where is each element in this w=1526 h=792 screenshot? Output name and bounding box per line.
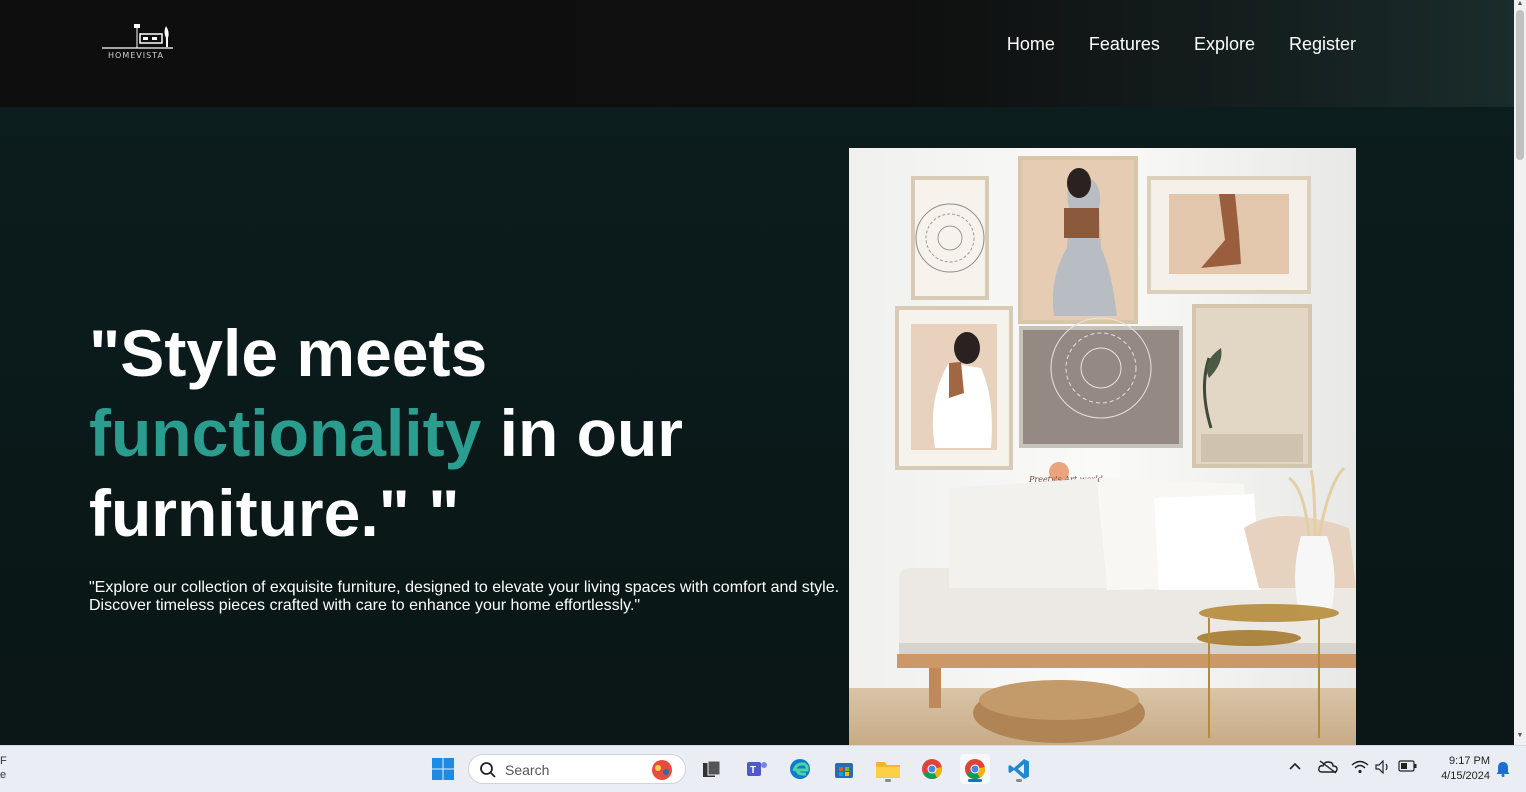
main-nav: Home Features Explore Register: [1007, 33, 1356, 55]
weather-temp: F: [0, 755, 7, 767]
taskbar-search[interactable]: Search: [468, 754, 686, 784]
running-indicator: [885, 779, 891, 782]
browser-viewport: HOMEVISTA Home Features Explore Register…: [0, 0, 1514, 745]
search-placeholder: Search: [505, 762, 550, 778]
nav-register[interactable]: Register: [1289, 33, 1356, 55]
teams-icon[interactable]: T: [742, 754, 772, 784]
svg-text:T: T: [750, 765, 756, 776]
search-icon: [480, 762, 496, 778]
scroll-up-icon[interactable]: ▲: [1516, 0, 1524, 8]
scroll-down-icon[interactable]: ▼: [1516, 732, 1524, 740]
weather-widget[interactable]: F e: [0, 754, 7, 782]
headline-part1: "Style meets: [89, 316, 488, 390]
task-view-icon[interactable]: [696, 754, 726, 784]
search-highlight-icon: [652, 760, 672, 780]
headline-accent: functionality: [89, 396, 482, 470]
system-clock[interactable]: 9:17 PM 4/15/2024: [1430, 754, 1490, 784]
chevron-up-icon[interactable]: [1288, 760, 1302, 775]
vscode-icon[interactable]: [1004, 754, 1034, 784]
hero-room-image: Preety's Art world: [849, 148, 1356, 745]
logo-text: HOMEVISTA: [108, 51, 164, 60]
hero-headline: "Style meets functionality in our furnitu…: [89, 313, 829, 553]
store-icon[interactable]: [829, 754, 859, 784]
wifi-icon[interactable]: [1351, 760, 1369, 777]
subtext-line2: Discover timeless pieces crafted with ca…: [89, 597, 641, 614]
volume-icon[interactable]: [1375, 759, 1391, 777]
edge-icon[interactable]: [785, 754, 815, 784]
notification-bell-icon[interactable]: [1495, 761, 1511, 780]
chrome-icon[interactable]: [917, 754, 947, 784]
folder-icon[interactable]: [873, 754, 903, 784]
nav-home[interactable]: Home: [1007, 33, 1055, 55]
running-indicator: [1016, 779, 1022, 782]
weather-desc: e: [0, 769, 7, 781]
start-icon[interactable]: [428, 754, 458, 784]
running-indicator-active: [968, 779, 982, 782]
chrome-active-icon[interactable]: [960, 754, 990, 784]
nav-features[interactable]: Features: [1089, 33, 1160, 55]
nav-explore[interactable]: Explore: [1194, 33, 1255, 55]
taskbar: F e Search T 9:17 PM 4/15/2024: [0, 745, 1526, 792]
navbar: HOMEVISTA Home Features Explore Register: [0, 0, 1514, 107]
clock-time: 9:17 PM: [1449, 755, 1490, 767]
clock-date: 4/15/2024: [1441, 770, 1490, 782]
subtext-line1: "Explore our collection of exquisite fur…: [89, 579, 840, 596]
onedrive-offline-icon[interactable]: [1318, 760, 1338, 777]
hero-subtext: "Explore our collection of exquisite fur…: [89, 579, 849, 615]
scrollbar-thumb[interactable]: [1516, 10, 1524, 160]
battery-icon[interactable]: [1398, 760, 1418, 775]
